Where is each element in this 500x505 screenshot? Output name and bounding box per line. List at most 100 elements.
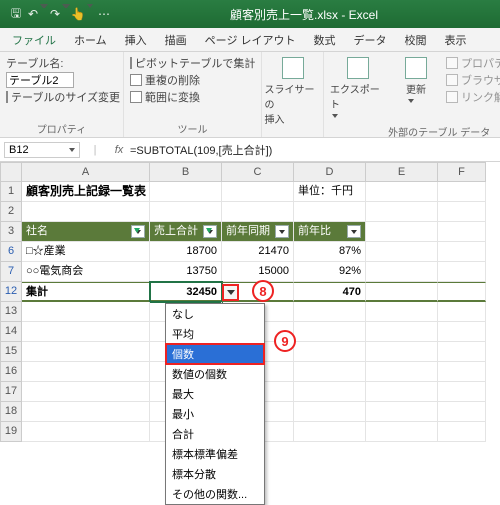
tab-draw[interactable]: 描画: [157, 28, 195, 51]
th-total[interactable]: 売上合計: [150, 222, 222, 242]
redo-icon[interactable]: ↷: [50, 4, 70, 24]
totals-prev-tail[interactable]: 470: [294, 282, 366, 302]
qat-more-icon[interactable]: ⋯: [94, 4, 114, 24]
row-header[interactable]: 2: [0, 202, 22, 222]
ribbon-group-tools: ピボットテーブルで集計 重複の削除 範囲に変換 ツール: [124, 52, 262, 137]
formula-bar: B12 | fx =SUBTOTAL(109,[売上合計]): [0, 138, 500, 162]
agg-option-more[interactable]: その他の関数...: [166, 484, 264, 504]
totals-dropdown-button[interactable]: [222, 284, 239, 301]
col-header-b[interactable]: B: [150, 162, 222, 182]
name-box[interactable]: B12: [4, 142, 80, 158]
aggregate-menu: なし 平均 個数 数値の個数 最大 最小 合計 標本標準偏差 標本分散 その他の…: [165, 303, 265, 505]
agg-option-count[interactable]: 個数: [166, 344, 264, 364]
remove-duplicates-button[interactable]: 重複の削除: [130, 72, 255, 88]
filter-icon[interactable]: [131, 225, 145, 238]
row-header[interactable]: 7: [0, 262, 22, 282]
th-prev[interactable]: 前年同期: [222, 222, 294, 242]
row-header[interactable]: 16: [0, 362, 22, 382]
column-headers: A B C D E F: [22, 162, 500, 182]
touch-mode-icon[interactable]: 👆: [72, 4, 92, 24]
ribbon-group-properties: テーブル名: テーブルのサイズ変更 プロパティ: [0, 52, 124, 137]
callout-9: 9: [274, 330, 296, 352]
unit-label[interactable]: 単位：千円: [294, 182, 366, 202]
agg-option-none[interactable]: なし: [166, 304, 264, 324]
range-icon: [130, 91, 142, 103]
summarize-pivot-button[interactable]: ピボットテーブルで集計: [130, 55, 255, 71]
browser-icon: [446, 74, 458, 86]
properties-icon: [446, 57, 458, 69]
row-header[interactable]: 3: [0, 222, 22, 242]
export-icon: [347, 57, 369, 79]
row-header[interactable]: 6: [0, 242, 22, 262]
undo-icon[interactable]: ↶: [28, 4, 48, 24]
ribbon-slicer: スライサーの挿入: [262, 52, 324, 137]
sheet-title[interactable]: 顧客別売上記録一覧表: [22, 182, 150, 202]
ribbon: テーブル名: テーブルのサイズ変更 プロパティ ピボットテーブルで集計 重複の削…: [0, 52, 500, 138]
tab-page-layout[interactable]: ページ レイアウト: [197, 28, 304, 51]
select-all-corner[interactable]: [0, 162, 22, 182]
table-row[interactable]: □☆産業: [22, 242, 150, 262]
dedup-icon: [130, 74, 142, 86]
callout-8: 8: [252, 280, 274, 302]
totals-total[interactable]: 32450: [150, 282, 222, 302]
window-title: 顧客別売上一覧.xlsx - Excel: [114, 6, 494, 23]
col-header-c[interactable]: C: [222, 162, 294, 182]
formula-input[interactable]: =SUBTOTAL(109,[売上合計]): [128, 142, 500, 158]
row-header[interactable]: 18: [0, 402, 22, 422]
col-header-f[interactable]: F: [438, 162, 486, 182]
tab-review[interactable]: 校閲: [397, 28, 435, 51]
title-bar: 🖫 ↶ ↷ 👆 ⋯ 顧客別売上一覧.xlsx - Excel: [0, 0, 500, 28]
slicer-icon: [282, 57, 304, 79]
row-header[interactable]: 15: [0, 342, 22, 362]
totals-label[interactable]: 集計: [22, 282, 150, 302]
th-ratio[interactable]: 前年比: [294, 222, 366, 242]
agg-option-stdev[interactable]: 標本標準偏差: [166, 444, 264, 464]
tab-data[interactable]: データ: [346, 28, 395, 51]
ribbon-group-external: エクスポート 更新 プロパティ ブラウザーで開く リンク解除 外部のテーブル デ…: [324, 52, 500, 137]
tab-file[interactable]: ファイル: [4, 28, 64, 51]
refresh-icon: [405, 57, 427, 79]
col-header-e[interactable]: E: [366, 162, 438, 182]
unlink-icon: [446, 91, 458, 103]
th-name[interactable]: 社名: [22, 222, 150, 242]
table-row[interactable]: ○○電気商会: [22, 262, 150, 282]
filter-icon[interactable]: [275, 225, 289, 238]
table-name-label: テーブル名:: [6, 55, 117, 71]
agg-option-average[interactable]: 平均: [166, 324, 264, 344]
worksheet: A B C D E F 1 顧客別売上記録一覧表 単位：千円 2 3 社名 売上…: [0, 162, 500, 442]
insert-slicer-button[interactable]: スライサーの挿入: [265, 55, 321, 126]
resize-icon: [6, 91, 8, 103]
export-button[interactable]: エクスポート: [330, 55, 386, 122]
refresh-button[interactable]: 更新: [388, 55, 444, 122]
col-header-a[interactable]: A: [22, 162, 150, 182]
table-name-input[interactable]: [6, 72, 74, 88]
agg-option-sum[interactable]: 合計: [166, 424, 264, 444]
quick-access-toolbar: 🖫 ↶ ↷ 👆 ⋯: [6, 4, 114, 24]
unlink-button[interactable]: リンク解除: [446, 89, 500, 105]
menu-tabs: ファイル ホーム 挿入 描画 ページ レイアウト 数式 データ 校閲 表示: [0, 28, 500, 52]
agg-option-min[interactable]: 最小: [166, 404, 264, 424]
row-header[interactable]: 1: [0, 182, 22, 202]
row-header[interactable]: 17: [0, 382, 22, 402]
row-header[interactable]: 13: [0, 302, 22, 322]
resize-table-button[interactable]: テーブルのサイズ変更: [6, 89, 117, 105]
row-header[interactable]: 12: [0, 282, 22, 302]
properties-button[interactable]: プロパティ: [446, 55, 500, 71]
agg-option-countnums[interactable]: 数値の個数: [166, 364, 264, 384]
col-header-d[interactable]: D: [294, 162, 366, 182]
tab-insert[interactable]: 挿入: [117, 28, 155, 51]
tab-home[interactable]: ホーム: [66, 28, 115, 51]
agg-option-max[interactable]: 最大: [166, 384, 264, 404]
tab-formulas[interactable]: 数式: [306, 28, 344, 51]
filter-icon[interactable]: [347, 225, 361, 238]
row-header[interactable]: 14: [0, 322, 22, 342]
convert-to-range-button[interactable]: 範囲に変換: [130, 89, 255, 105]
filter-icon[interactable]: [203, 225, 217, 238]
tab-view[interactable]: 表示: [437, 28, 475, 51]
row-header[interactable]: 19: [0, 422, 22, 442]
agg-option-var[interactable]: 標本分散: [166, 464, 264, 484]
save-icon[interactable]: 🖫: [6, 4, 26, 24]
fx-icon[interactable]: fx: [110, 144, 128, 156]
pivot-icon: [130, 57, 132, 69]
open-browser-button[interactable]: ブラウザーで開く: [446, 72, 500, 88]
